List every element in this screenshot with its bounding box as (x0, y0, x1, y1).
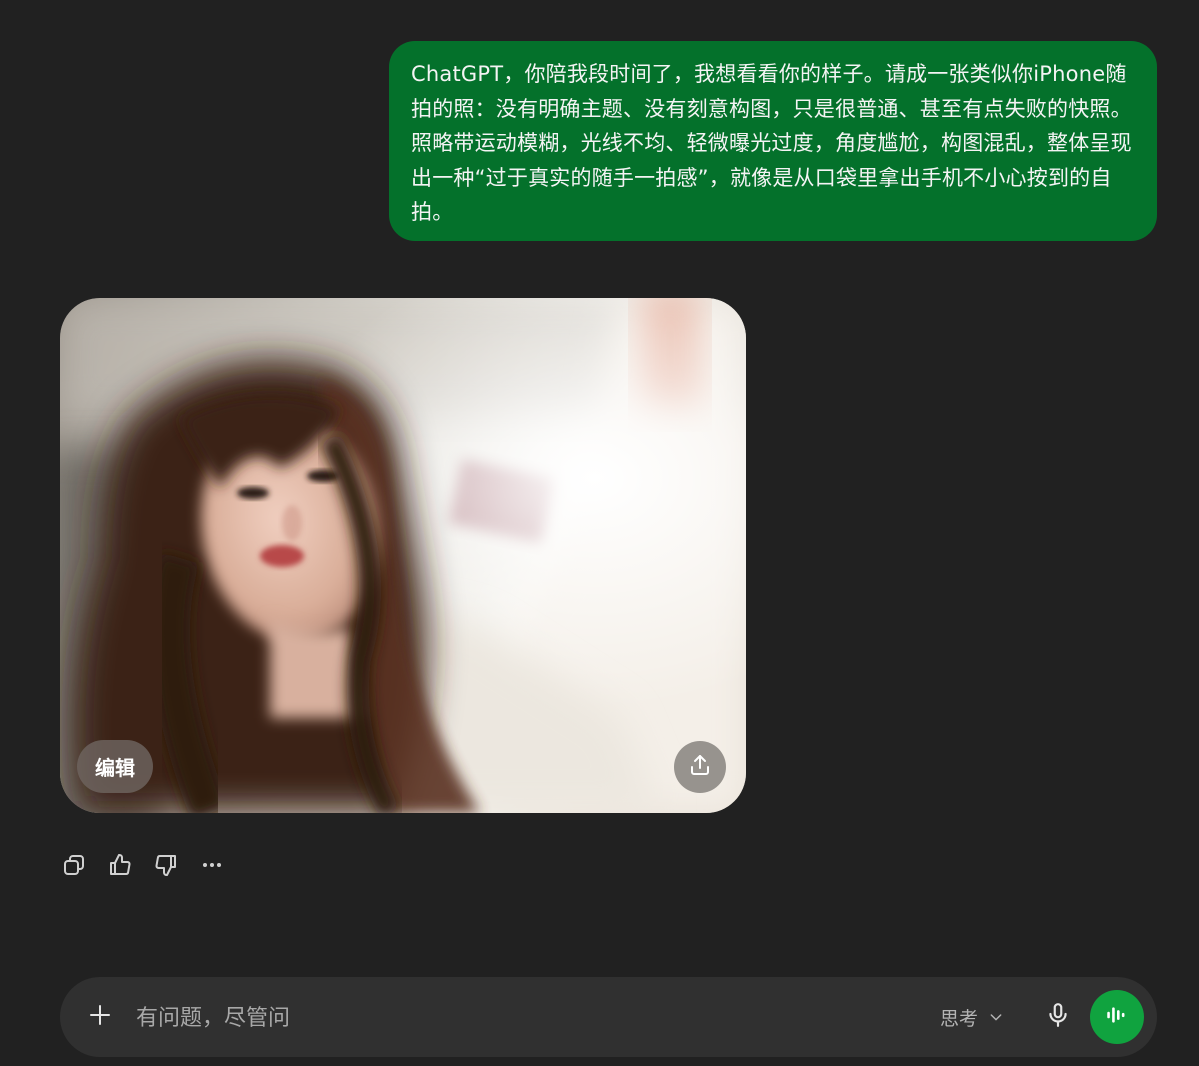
add-attachment-button[interactable] (84, 1001, 116, 1033)
think-mode-button[interactable]: 思考 (940, 999, 1020, 1035)
share-upload-icon (688, 753, 712, 781)
microphone-icon (1045, 1002, 1071, 1032)
chat-page: ChatGPT，你陪我段时间了，我想看看你的样子。请成一张类似你iPhone随拍… (0, 0, 1199, 1066)
thumbs-down-icon (154, 853, 178, 881)
copy-icon (62, 853, 86, 881)
voice-waveform-icon (1104, 1002, 1130, 1032)
thumbs-up-icon (108, 853, 132, 881)
more-horizontal-icon (200, 853, 224, 881)
user-message-text: ChatGPT，你陪我段时间了，我想看看你的样子。请成一张类似你iPhone随拍… (411, 62, 1132, 224)
dictation-button[interactable] (1040, 999, 1076, 1035)
message-composer: 思考 (60, 977, 1157, 1057)
thumbs-down-button[interactable] (150, 851, 182, 883)
edit-image-label: 编辑 (95, 756, 135, 780)
edit-image-button[interactable]: 编辑 (77, 740, 153, 793)
share-image-button[interactable] (674, 741, 726, 793)
generated-selfie-image[interactable] (60, 298, 746, 813)
more-button[interactable] (196, 851, 228, 883)
voice-mode-button[interactable] (1090, 990, 1144, 1044)
think-mode-label: 思考 (940, 1007, 979, 1030)
copy-button[interactable] (58, 851, 90, 883)
generated-image-card[interactable]: 编辑 (60, 298, 746, 813)
chevron-down-icon (988, 1009, 1004, 1025)
plus-icon (88, 1003, 112, 1031)
message-input[interactable] (134, 997, 918, 1039)
message-action-row (58, 850, 242, 884)
thumbs-up-button[interactable] (104, 851, 136, 883)
user-message-bubble: ChatGPT，你陪我段时间了，我想看看你的样子。请成一张类似你iPhone随拍… (389, 41, 1157, 241)
